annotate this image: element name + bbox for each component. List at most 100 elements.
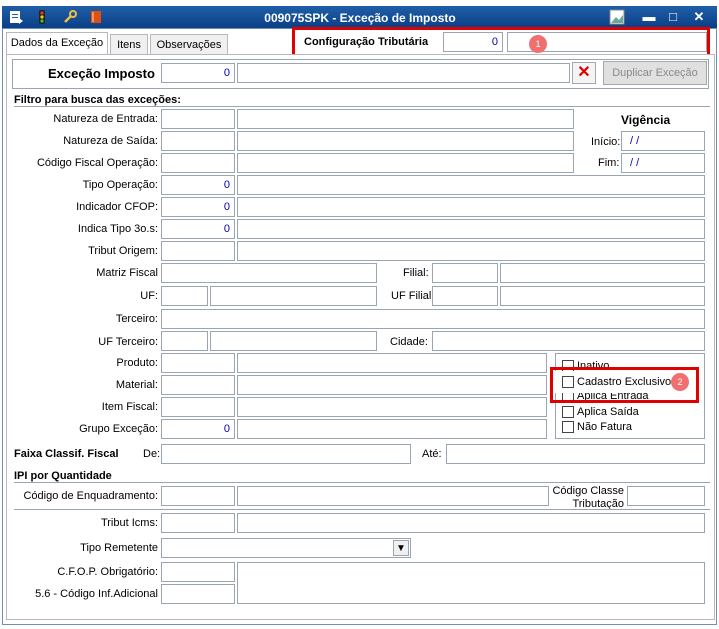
faixa-label: Faixa Classif. Fiscal bbox=[14, 448, 119, 460]
faixa-de-input[interactable] bbox=[161, 444, 411, 464]
matriz-fiscal-input[interactable] bbox=[161, 263, 377, 283]
minimize-button[interactable]: ▬ bbox=[640, 9, 658, 25]
config-tributaria-label: Configuração Tributária bbox=[304, 36, 429, 48]
tab-observacoes[interactable]: Observações bbox=[150, 34, 228, 54]
codigo-fiscal-input[interactable] bbox=[161, 153, 235, 173]
cidade-label: Cidade: bbox=[390, 336, 428, 348]
uf-input[interactable] bbox=[161, 286, 208, 306]
tipo-remetente-select[interactable] bbox=[161, 538, 411, 558]
natureza-saida-input[interactable] bbox=[161, 131, 235, 151]
ipi-separator bbox=[14, 482, 710, 483]
codigo-enquadramento-input[interactable] bbox=[161, 486, 235, 506]
ipi-heading: IPI por Quantidade bbox=[14, 470, 112, 482]
filial-input[interactable] bbox=[432, 263, 498, 283]
natureza-saida-desc[interactable] bbox=[237, 131, 574, 151]
natureza-saida-label: Natureza de Saída: bbox=[63, 135, 158, 147]
natureza-entrada-input[interactable] bbox=[161, 109, 235, 129]
document-icon[interactable] bbox=[8, 9, 24, 25]
cadastro-exclusivo-checkbox[interactable] bbox=[562, 376, 574, 388]
annotation-badge-1: 1 bbox=[529, 35, 547, 53]
tribut-origem-input[interactable] bbox=[161, 241, 235, 261]
tribut-icms-desc[interactable] bbox=[237, 513, 705, 533]
codigo-classe-label: Código Classe Tributação bbox=[550, 485, 624, 511]
maximize-button[interactable]: □ bbox=[664, 9, 682, 25]
codigo-classe-line1: Código Classe bbox=[552, 485, 624, 497]
item-fiscal-input[interactable] bbox=[161, 397, 235, 417]
ipi-separator-2 bbox=[14, 509, 710, 510]
faixa-ate-input[interactable] bbox=[446, 444, 705, 464]
produto-input[interactable] bbox=[161, 353, 235, 373]
duplicar-excecao-button[interactable]: Duplicar Exceção bbox=[603, 61, 707, 85]
material-desc[interactable] bbox=[237, 375, 547, 395]
tipo-operacao-input[interactable]: 0 bbox=[161, 175, 235, 195]
aplica-saida-label: Aplica Saída bbox=[577, 406, 639, 418]
excecao-imposto-label: Exceção Imposto bbox=[48, 66, 155, 81]
item-fiscal-desc[interactable] bbox=[237, 397, 547, 417]
terceiro-label: Terceiro: bbox=[115, 313, 158, 325]
tribut-origem-desc[interactable] bbox=[237, 241, 705, 261]
faixa-ate-label: Até: bbox=[422, 448, 442, 460]
uf-desc[interactable] bbox=[210, 286, 377, 306]
filial-desc[interactable] bbox=[500, 263, 705, 283]
indica-tipo-input[interactable]: 0 bbox=[161, 219, 235, 239]
aplica-saida-checkbox[interactable] bbox=[562, 406, 574, 418]
grupo-excecao-desc[interactable] bbox=[237, 419, 547, 439]
cfop-obrigatorio-input[interactable] bbox=[161, 562, 235, 582]
close-button[interactable]: ✕ bbox=[690, 9, 708, 25]
wrench-icon[interactable] bbox=[62, 9, 78, 25]
clear-icon[interactable]: ✕ bbox=[572, 62, 596, 84]
vigencia-title: Vigência bbox=[621, 113, 671, 127]
tipo-remetente-label: Tipo Remetente bbox=[80, 542, 158, 554]
filial-label: Filial: bbox=[403, 267, 429, 279]
tribut-icms-label: Tribut Icms: bbox=[100, 517, 158, 529]
grupo-excecao-input[interactable]: 0 bbox=[161, 419, 235, 439]
natureza-entrada-label: Natureza de Entrada: bbox=[53, 113, 158, 125]
item-fiscal-label: Item Fiscal: bbox=[101, 401, 158, 413]
tab-dados-excecao[interactable]: Dados da Exceção bbox=[6, 32, 108, 54]
filtro-separator bbox=[14, 106, 710, 107]
codigo-inf-adicional-input[interactable] bbox=[161, 584, 235, 604]
produto-desc[interactable] bbox=[237, 353, 547, 373]
chevron-down-icon[interactable]: ▼ bbox=[393, 540, 409, 556]
codigo-inf-adicional-label: 5.6 - Código Inf.Adicional bbox=[35, 588, 158, 600]
traffic-light-icon[interactable] bbox=[34, 9, 50, 25]
image-icon[interactable] bbox=[609, 9, 625, 25]
uf-filial-input[interactable] bbox=[432, 286, 498, 306]
annotation-badge-2: 2 bbox=[671, 373, 689, 391]
indicador-cfop-desc[interactable] bbox=[237, 197, 705, 217]
vigencia-fim-label: Fim: bbox=[598, 157, 620, 169]
uf-filial-label: UF Filial bbox=[391, 290, 432, 302]
excecao-imposto-input[interactable]: 0 bbox=[161, 63, 235, 83]
codigo-fiscal-label: Código Fiscal Operação: bbox=[36, 157, 158, 169]
vigencia-fim-input[interactable]: / / bbox=[621, 153, 705, 173]
terceiro-input[interactable] bbox=[161, 309, 705, 329]
indica-tipo-label: Indica Tipo 3o.s: bbox=[77, 223, 158, 235]
material-input[interactable] bbox=[161, 375, 235, 395]
cadastro-exclusivo-label: Cadastro Exclusivo bbox=[577, 376, 672, 388]
book-icon[interactable] bbox=[88, 9, 104, 25]
codigo-fiscal-desc[interactable] bbox=[237, 153, 574, 173]
vigencia-inicio-input[interactable]: / / bbox=[621, 131, 705, 151]
indicador-cfop-label: Indicador CFOP: bbox=[76, 201, 158, 213]
window-title: 009075SPK - Exceção de Imposto bbox=[264, 11, 456, 25]
nao-fatura-checkbox[interactable] bbox=[562, 421, 574, 433]
uf-terceiro-desc[interactable] bbox=[210, 331, 377, 351]
codigo-enquadramento-desc[interactable] bbox=[237, 486, 549, 506]
indica-tipo-desc[interactable] bbox=[237, 219, 705, 239]
grupo-excecao-label: Grupo Exceção: bbox=[79, 423, 158, 435]
cidade-input[interactable] bbox=[432, 331, 705, 351]
codigo-classe-input[interactable] bbox=[627, 486, 705, 506]
tipo-operacao-desc[interactable] bbox=[237, 175, 705, 195]
config-tributaria-input[interactable]: 0 bbox=[443, 32, 503, 52]
matriz-fiscal-label: Matriz Fiscal bbox=[96, 267, 158, 279]
tribut-icms-input[interactable] bbox=[161, 513, 235, 533]
tribut-origem-label: Tribut Origem: bbox=[88, 245, 158, 257]
cfop-obrigatorio-desc[interactable] bbox=[237, 562, 705, 604]
tab-itens[interactable]: Itens bbox=[110, 34, 148, 54]
excecao-desc-input[interactable] bbox=[237, 63, 570, 83]
natureza-entrada-desc[interactable] bbox=[237, 109, 574, 129]
indicador-cfop-input[interactable]: 0 bbox=[161, 197, 235, 217]
tipo-operacao-label: Tipo Operação: bbox=[82, 179, 158, 191]
uf-terceiro-input[interactable] bbox=[161, 331, 208, 351]
uf-filial-desc[interactable] bbox=[500, 286, 705, 306]
